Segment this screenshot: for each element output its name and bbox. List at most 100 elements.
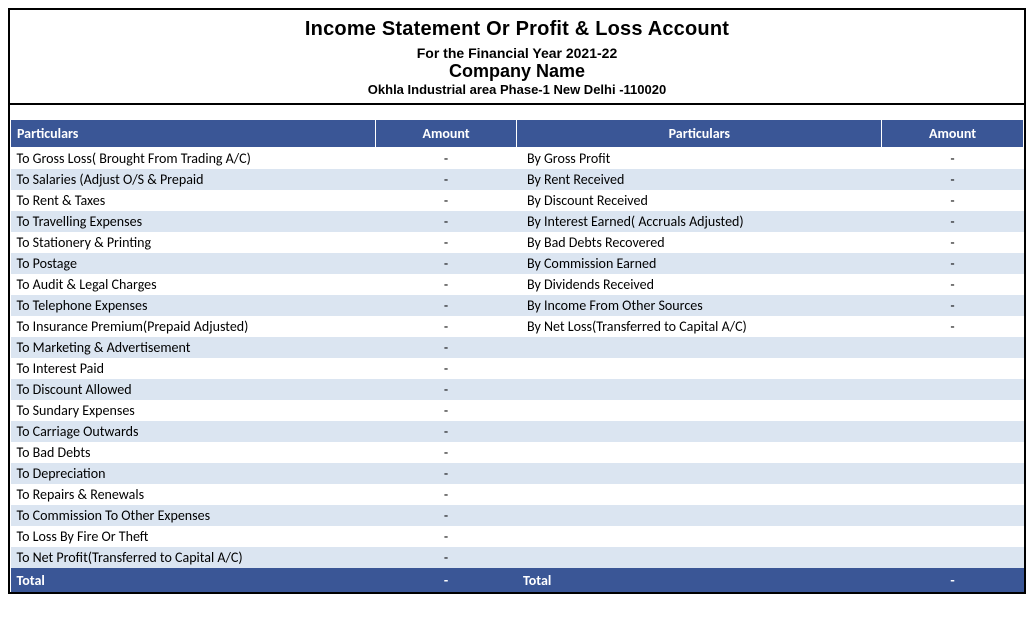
debit-particular: To Audit & Legal Charges bbox=[11, 274, 376, 295]
statement-container: Income Statement Or Profit & Loss Accoun… bbox=[8, 8, 1026, 594]
credit-amount: - bbox=[882, 274, 1024, 295]
debit-particular: To Discount Allowed bbox=[11, 379, 376, 400]
header-row: Particulars Amount Particulars Amount bbox=[11, 120, 1024, 148]
col-header-credit-amount: Amount bbox=[882, 120, 1024, 148]
debit-amount: - bbox=[375, 484, 517, 505]
credit-amount bbox=[882, 484, 1024, 505]
credit-particular: By Discount Received bbox=[517, 190, 882, 211]
credit-particular: By Rent Received bbox=[517, 169, 882, 190]
table-row: To Rent & Taxes-By Discount Received- bbox=[11, 190, 1024, 211]
debit-particular: To Rent & Taxes bbox=[11, 190, 376, 211]
debit-amount: - bbox=[375, 253, 517, 274]
table-row: To Telephone Expenses-By Income From Oth… bbox=[11, 295, 1024, 316]
table-row: To Interest Paid- bbox=[11, 358, 1024, 379]
total-debit-value: - bbox=[375, 568, 517, 592]
credit-amount: - bbox=[882, 316, 1024, 337]
credit-amount bbox=[882, 421, 1024, 442]
credit-particular bbox=[517, 484, 882, 505]
credit-amount bbox=[882, 505, 1024, 526]
debit-particular: To Salaries (Adjust O/S & Prepaid bbox=[11, 169, 376, 190]
credit-particular: By Net Loss(Transferred to Capital A/C) bbox=[517, 316, 882, 337]
credit-amount: - bbox=[882, 211, 1024, 232]
debit-amount: - bbox=[375, 211, 517, 232]
debit-particular: To Marketing & Advertisement bbox=[11, 337, 376, 358]
debit-particular: To Insurance Premium(Prepaid Adjusted) bbox=[11, 316, 376, 337]
col-header-debit-particulars: Particulars bbox=[11, 120, 376, 148]
table-row: To Salaries (Adjust O/S & Prepaid-By Ren… bbox=[11, 169, 1024, 190]
debit-amount: - bbox=[375, 400, 517, 421]
debit-amount: - bbox=[375, 547, 517, 568]
credit-particular: By Dividends Received bbox=[517, 274, 882, 295]
debit-amount: - bbox=[375, 190, 517, 211]
credit-amount bbox=[882, 358, 1024, 379]
debit-amount: - bbox=[375, 337, 517, 358]
debit-particular: To Repairs & Renewals bbox=[11, 484, 376, 505]
spacer bbox=[10, 105, 1024, 119]
credit-particular bbox=[517, 547, 882, 568]
debit-particular: To Travelling Expenses bbox=[11, 211, 376, 232]
credit-amount: - bbox=[882, 190, 1024, 211]
debit-amount: - bbox=[375, 316, 517, 337]
table-row: To Loss By Fire Or Theft- bbox=[11, 526, 1024, 547]
debit-particular: To Commission To Other Expenses bbox=[11, 505, 376, 526]
credit-particular bbox=[517, 421, 882, 442]
credit-particular bbox=[517, 379, 882, 400]
table-row: To Net Profit(Transferred to Capital A/C… bbox=[11, 547, 1024, 568]
debit-particular: To Carriage Outwards bbox=[11, 421, 376, 442]
total-credit-value: - bbox=[882, 568, 1024, 592]
table-row: To Repairs & Renewals- bbox=[11, 484, 1024, 505]
debit-amount: - bbox=[375, 295, 517, 316]
credit-particular bbox=[517, 337, 882, 358]
table-row: To Sundary Expenses- bbox=[11, 400, 1024, 421]
page-title: Income Statement Or Profit & Loss Accoun… bbox=[10, 18, 1024, 41]
total-debit-label: Total bbox=[11, 568, 376, 592]
debit-amount: - bbox=[375, 232, 517, 253]
credit-particular bbox=[517, 463, 882, 484]
credit-amount: - bbox=[882, 232, 1024, 253]
debit-particular: To Stationery & Printing bbox=[11, 232, 376, 253]
company-address: Okhla Industrial area Phase-1 New Delhi … bbox=[10, 82, 1024, 97]
credit-amount bbox=[882, 400, 1024, 421]
credit-particular: By Income From Other Sources bbox=[517, 295, 882, 316]
credit-particular: By Interest Earned( Accruals Adjusted) bbox=[517, 211, 882, 232]
debit-amount: - bbox=[375, 169, 517, 190]
table-row: To Depreciation- bbox=[11, 463, 1024, 484]
debit-amount: - bbox=[375, 463, 517, 484]
credit-particular bbox=[517, 526, 882, 547]
credit-particular bbox=[517, 505, 882, 526]
credit-particular bbox=[517, 400, 882, 421]
table-row: To Commission To Other Expenses- bbox=[11, 505, 1024, 526]
debit-particular: To Telephone Expenses bbox=[11, 295, 376, 316]
debit-particular: To Depreciation bbox=[11, 463, 376, 484]
debit-particular: To Loss By Fire Or Theft bbox=[11, 526, 376, 547]
debit-amount: - bbox=[375, 526, 517, 547]
debit-amount: - bbox=[375, 358, 517, 379]
credit-amount: - bbox=[882, 295, 1024, 316]
table-row: To Stationery & Printing-By Bad Debts Re… bbox=[11, 232, 1024, 253]
table-row: To Gross Loss( Brought From Trading A/C)… bbox=[11, 148, 1024, 170]
debit-particular: To Bad Debts bbox=[11, 442, 376, 463]
debit-amount: - bbox=[375, 442, 517, 463]
pl-table: Particulars Amount Particulars Amount To… bbox=[10, 119, 1024, 592]
company-name: Company Name bbox=[10, 61, 1024, 82]
table-row: To Discount Allowed- bbox=[11, 379, 1024, 400]
credit-particular bbox=[517, 358, 882, 379]
table-row: To Postage-By Commission Earned- bbox=[11, 253, 1024, 274]
debit-amount: - bbox=[375, 379, 517, 400]
credit-amount bbox=[882, 442, 1024, 463]
credit-particular: By Gross Profit bbox=[517, 148, 882, 170]
debit-particular: To Sundary Expenses bbox=[11, 400, 376, 421]
total-row: Total - Total - bbox=[11, 568, 1024, 592]
debit-particular: To Postage bbox=[11, 253, 376, 274]
credit-particular: By Commission Earned bbox=[517, 253, 882, 274]
table-row: To Travelling Expenses-By Interest Earne… bbox=[11, 211, 1024, 232]
credit-amount: - bbox=[882, 148, 1024, 170]
credit-amount: - bbox=[882, 169, 1024, 190]
statement-header: Income Statement Or Profit & Loss Accoun… bbox=[10, 10, 1024, 105]
debit-amount: - bbox=[375, 421, 517, 442]
debit-particular: To Net Profit(Transferred to Capital A/C… bbox=[11, 547, 376, 568]
col-header-credit-particulars: Particulars bbox=[517, 120, 882, 148]
debit-particular: To Interest Paid bbox=[11, 358, 376, 379]
credit-amount: - bbox=[882, 253, 1024, 274]
credit-amount bbox=[882, 463, 1024, 484]
